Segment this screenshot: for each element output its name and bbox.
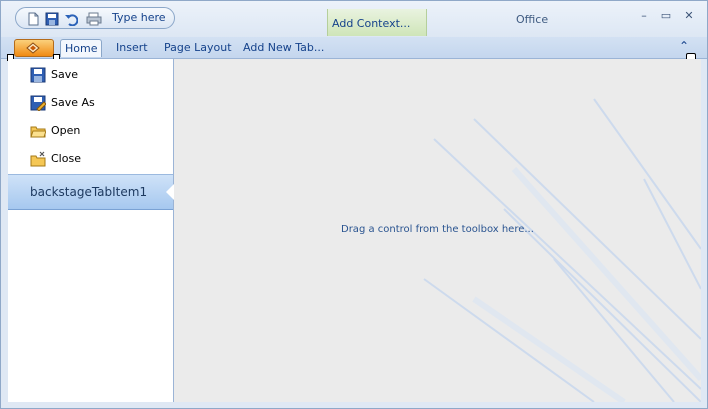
ribbon-tab-strip	[1, 37, 707, 59]
contextual-tab-group[interactable]: Add Context...	[327, 9, 427, 36]
tab-add-new[interactable]: Add New Tab...	[243, 39, 324, 56]
maximize-button[interactable]: ▭	[659, 9, 673, 23]
selected-tab-indicator	[166, 184, 174, 200]
menu-item-open[interactable]: Open	[8, 117, 173, 145]
menu-item-close[interactable]: Close	[8, 145, 173, 173]
office-logo-icon	[26, 42, 40, 54]
menu-item-label: Open	[51, 124, 81, 137]
tab-page-layout[interactable]: Page Layout	[164, 39, 232, 56]
window-bottom-border	[1, 402, 707, 408]
menu-item-label: Save As	[51, 96, 95, 109]
backstage-tab-item[interactable]: backstageTabItem1	[8, 174, 174, 210]
close-button[interactable]: ✕	[682, 9, 696, 23]
contextual-tab-label: Add Context...	[332, 17, 411, 30]
save-icon[interactable]	[45, 11, 59, 26]
title-bar: Type here Add Context... Office – ▭ ✕	[1, 1, 707, 37]
quick-access-type-here[interactable]: Type here	[112, 11, 166, 24]
print-icon[interactable]	[86, 11, 102, 26]
application-window: Type here Add Context... Office – ▭ ✕ Ho…	[0, 0, 708, 409]
new-icon[interactable]	[26, 11, 40, 26]
minimize-button[interactable]: –	[637, 9, 651, 23]
window-title: Office	[516, 13, 549, 26]
application-menu-button[interactable]	[14, 39, 54, 57]
menu-item-label: Save	[51, 68, 79, 81]
undo-icon[interactable]	[64, 11, 79, 27]
tab-home[interactable]: Home	[60, 39, 103, 57]
backstage-menu: Save Save As Open Close backstageTabItem…	[8, 59, 174, 402]
menu-item-label: Close	[51, 152, 81, 165]
backstage-content-pane[interactable]: Drag a control from the toolbox here...	[174, 59, 701, 402]
close-folder-icon	[30, 151, 46, 167]
open-folder-icon	[30, 123, 47, 139]
save-as-icon	[30, 95, 47, 112]
collapse-ribbon-icon[interactable]: ⌃	[679, 39, 693, 53]
save-icon	[30, 67, 46, 83]
backstage-tab-item-label: backstageTabItem1	[30, 185, 148, 199]
menu-item-save-as[interactable]: Save As	[8, 89, 173, 117]
tab-insert[interactable]: Insert	[116, 39, 148, 56]
quick-access-toolbar: Type here	[15, 7, 175, 29]
menu-item-save[interactable]: Save	[8, 61, 173, 89]
drop-hint-text: Drag a control from the toolbox here...	[341, 224, 534, 235]
